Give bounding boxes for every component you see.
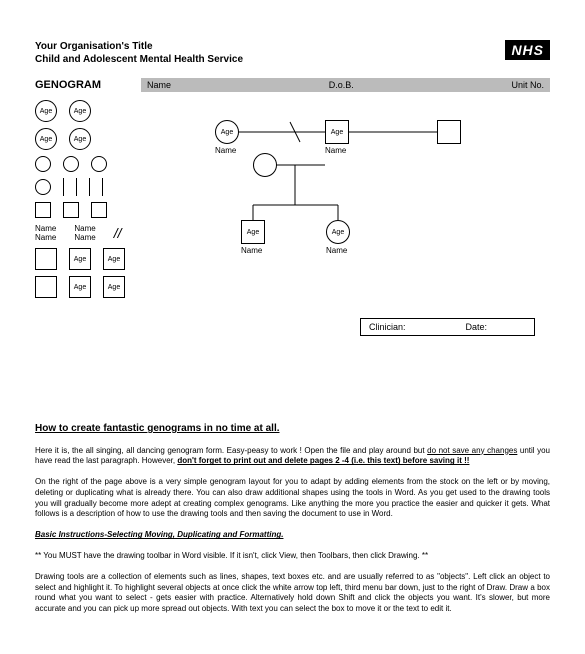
- instructions-p4: Drawing tools are a collection of elemen…: [35, 572, 550, 615]
- square-icon: [91, 202, 107, 218]
- clinician-box: Clinician: Date:: [360, 318, 535, 336]
- name-label: Name: [35, 224, 56, 233]
- field-unitno: Unit No.: [511, 80, 544, 90]
- org-title: Your Organisation's Title: [35, 40, 243, 53]
- square-icon: [35, 276, 57, 298]
- field-name: Name: [147, 80, 171, 90]
- instructions-p3: ** You MUST have the drawing toolbar in …: [35, 551, 550, 562]
- circle-icon: [91, 156, 107, 172]
- header-left: Your Organisation's Title Child and Adol…: [35, 40, 243, 66]
- square-age-icon: Age: [103, 248, 125, 270]
- square-age-icon: Age: [69, 276, 91, 298]
- vline-icon: [102, 178, 103, 196]
- name-label: Name: [74, 233, 95, 242]
- vline-icon: [89, 178, 90, 196]
- diagram-circle: [253, 153, 277, 177]
- instructions-p1: Here it is, the all singing, all dancing…: [35, 446, 550, 468]
- nhs-logo: NHS: [505, 40, 550, 60]
- square-age-icon: Age: [103, 276, 125, 298]
- name-label: Name: [35, 233, 56, 242]
- diagram-circle: Age: [326, 220, 350, 244]
- square-age-icon: Age: [69, 248, 91, 270]
- instructions: How to create fantastic genograms in no …: [35, 422, 550, 615]
- stock-panel: Age Age Age Age Name Name: [35, 100, 145, 304]
- diagram-square: [437, 120, 461, 144]
- slash-icon: //: [114, 225, 122, 241]
- fields-bar: Name D.o.B. Unit No.: [141, 78, 550, 92]
- instructions-subheading: Basic Instructions-Selecting Moving, Dup…: [35, 530, 550, 541]
- square-icon: [63, 202, 79, 218]
- title-row: GENOGRAM Name D.o.B. Unit No.: [35, 78, 550, 92]
- circle-icon: [63, 156, 79, 172]
- diagram-panel: Age Name Age Name Age Name Age Name: [175, 100, 550, 300]
- org-subtitle: Child and Adolescent Mental Health Servi…: [35, 53, 243, 66]
- genogram-title: GENOGRAM: [35, 79, 101, 91]
- instructions-heading: How to create fantastic genograms in no …: [35, 422, 550, 436]
- header: Your Organisation's Title Child and Adol…: [35, 40, 550, 66]
- vline-icon: [63, 178, 64, 196]
- diagram-label: Name: [325, 146, 346, 155]
- diagram-square: Age: [325, 120, 349, 144]
- diagram-label: Name: [215, 146, 236, 155]
- name-label: Name: [74, 224, 95, 233]
- instructions-p2: On the right of the page above is a very…: [35, 477, 550, 520]
- diagram-square: Age: [241, 220, 265, 244]
- diagram-label: Name: [326, 246, 347, 255]
- circle-age-icon: Age: [35, 100, 57, 122]
- diagram-label: Name: [241, 246, 262, 255]
- clinician-label: Clinician:: [369, 322, 406, 332]
- date-label: Date:: [466, 322, 488, 332]
- circle-age-icon: Age: [69, 128, 91, 150]
- field-dob: D.o.B.: [329, 80, 354, 90]
- square-icon: [35, 202, 51, 218]
- square-icon: [35, 248, 57, 270]
- diagram-circle: Age: [215, 120, 239, 144]
- vline-icon: [76, 178, 77, 196]
- circle-icon: [35, 179, 51, 195]
- circle-icon: [35, 156, 51, 172]
- main-area: Age Age Age Age Name Name: [35, 100, 550, 304]
- circle-age-icon: Age: [69, 100, 91, 122]
- circle-age-icon: Age: [35, 128, 57, 150]
